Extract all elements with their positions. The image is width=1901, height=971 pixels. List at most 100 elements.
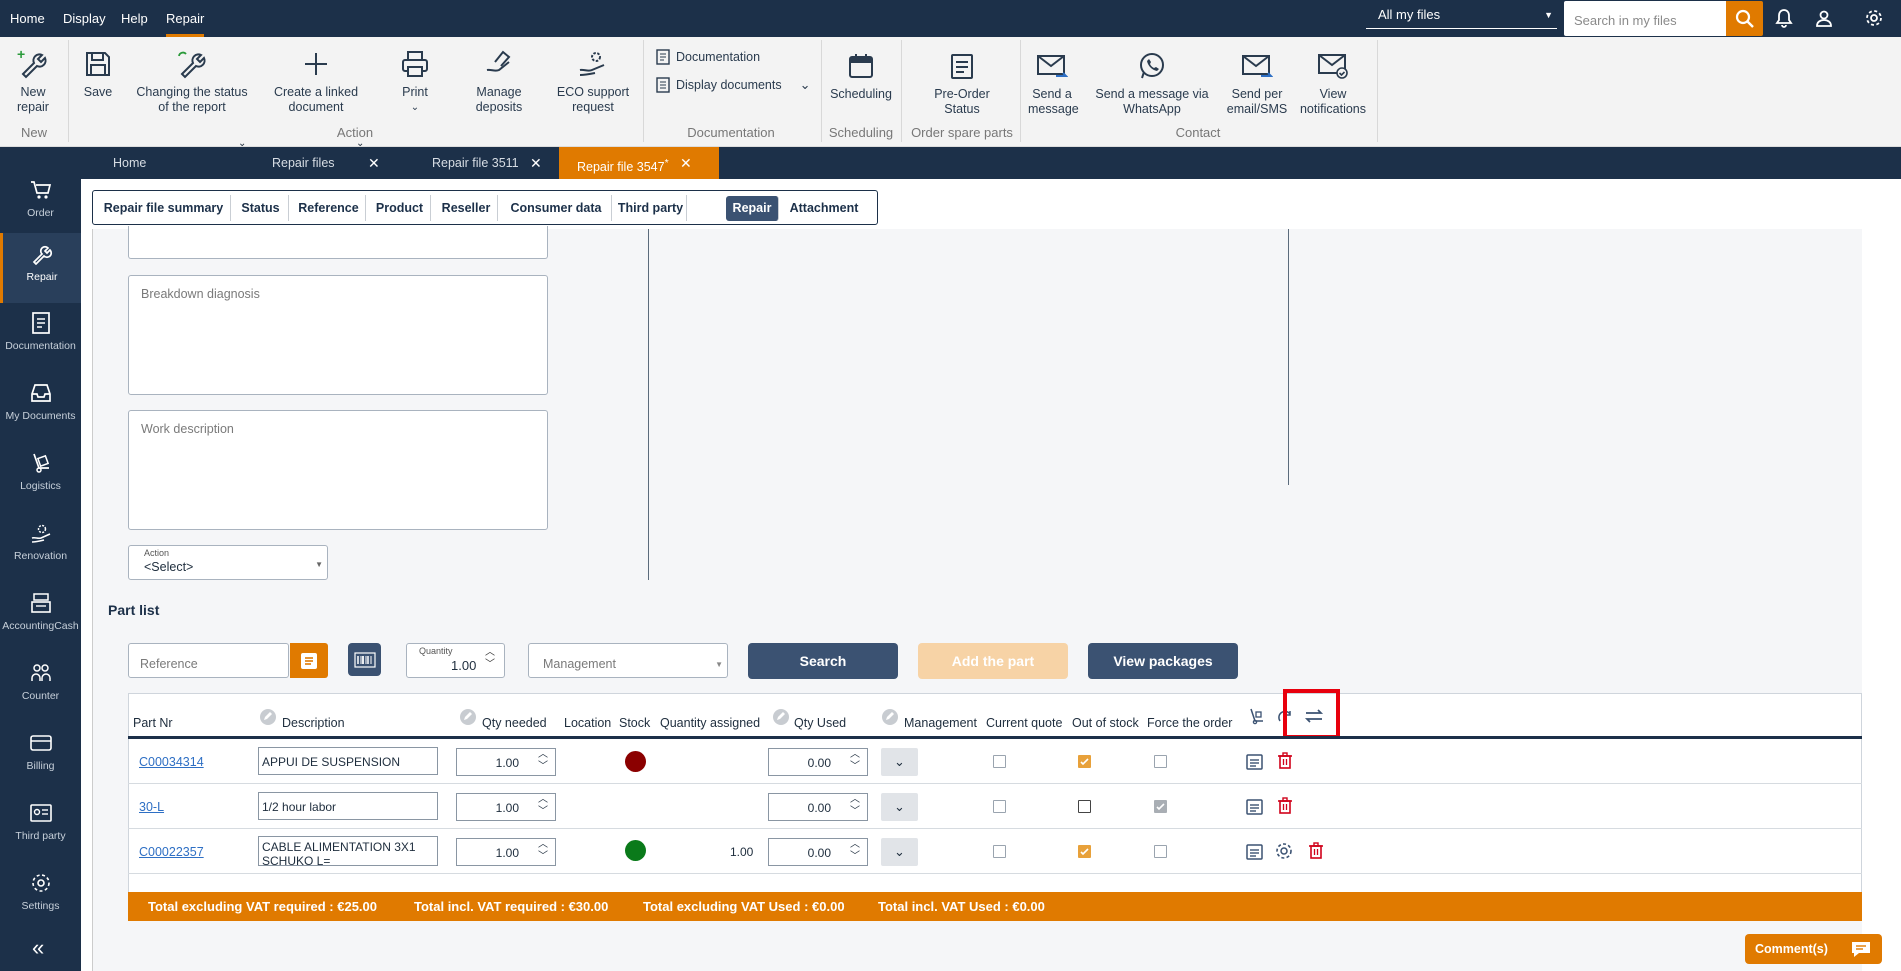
details-icon[interactable] bbox=[1246, 843, 1263, 860]
out-of-stock-checkbox[interactable] bbox=[1078, 755, 1091, 768]
column-header-stock[interactable]: Stock bbox=[619, 716, 650, 730]
part-number-link[interactable]: 30-L bbox=[139, 800, 164, 814]
add-part-button[interactable]: Add the part bbox=[918, 643, 1068, 679]
edit-column-icon[interactable] bbox=[459, 708, 477, 726]
bell-icon[interactable] bbox=[1772, 6, 1796, 30]
column-header-quantity-assigned[interactable]: Quantity assigned bbox=[660, 716, 760, 730]
search-button[interactable] bbox=[1726, 1, 1763, 36]
close-icon[interactable]: ✕ bbox=[368, 147, 380, 179]
send-message-button[interactable]: Send a message bbox=[1026, 49, 1079, 117]
sidebar-item-documentation[interactable]: Documentation bbox=[0, 302, 81, 372]
column-header-management[interactable]: Management bbox=[904, 716, 977, 730]
changing-status-button[interactable]: Changing the status of the report bbox=[128, 47, 256, 115]
new-repair-button[interactable]: + New repair bbox=[8, 47, 58, 115]
view-notifications-button[interactable]: View notifications bbox=[1296, 49, 1370, 117]
stepper-arrows-icon[interactable]: ︿ ﹀ bbox=[485, 647, 495, 671]
trash-icon[interactable] bbox=[1277, 752, 1293, 769]
pre-order-status-button[interactable]: Pre-Order Status bbox=[910, 49, 1014, 117]
display-documents-button[interactable]: Display documents ⌄ bbox=[656, 77, 811, 93]
sidebar-item-my-documents[interactable]: My Documents bbox=[0, 372, 81, 442]
description-input[interactable]: APPUI DE SUSPENSION bbox=[258, 747, 438, 775]
documentation-button[interactable]: Documentation bbox=[656, 49, 760, 65]
gear-icon[interactable] bbox=[1274, 841, 1294, 861]
stepper-arrows-icon[interactable]: ︿ ﹀ bbox=[850, 794, 860, 818]
sidebar-item-counter[interactable]: Counter bbox=[0, 652, 81, 722]
edit-column-icon[interactable] bbox=[881, 708, 899, 726]
trash-icon[interactable] bbox=[1277, 797, 1293, 814]
part-number-link[interactable]: C00034314 bbox=[139, 755, 204, 769]
action-select[interactable]: Action <Select> ▼ bbox=[128, 545, 328, 580]
edit-column-icon[interactable] bbox=[259, 708, 277, 726]
column-header-part-nr[interactable]: Part Nr bbox=[133, 716, 173, 730]
tab-repair-file-3547[interactable]: Repair file 3547* ✕ bbox=[559, 147, 719, 179]
subtab-third-party[interactable]: Third party bbox=[615, 195, 687, 221]
management-dropdown[interactable]: ⌄ bbox=[881, 838, 918, 866]
sidebar-item-accounting-cash[interactable]: AccountingCash bbox=[0, 582, 81, 652]
column-header-location[interactable]: Location bbox=[564, 716, 611, 730]
subtab-repair-file-summary[interactable]: Repair file summary bbox=[97, 195, 231, 221]
swap-arrows-icon[interactable] bbox=[1304, 707, 1324, 725]
menu-display[interactable]: Display bbox=[63, 0, 106, 37]
menu-help[interactable]: Help bbox=[121, 0, 148, 37]
sidebar-item-renovation[interactable]: Renovation bbox=[0, 512, 81, 582]
send-email-sms-button[interactable]: Send per email/SMS bbox=[1226, 49, 1288, 117]
tab-home[interactable]: Home bbox=[113, 147, 146, 179]
reference-input[interactable]: Reference bbox=[128, 643, 289, 678]
gear-icon[interactable] bbox=[1862, 6, 1886, 30]
subtab-product[interactable]: Product bbox=[369, 195, 431, 221]
current-quote-checkbox[interactable] bbox=[993, 845, 1006, 858]
sidebar-item-logistics[interactable]: Logistics bbox=[0, 442, 81, 512]
subtab-reseller[interactable]: Reseller bbox=[435, 195, 498, 221]
force-order-checkbox[interactable] bbox=[1154, 755, 1167, 768]
scheduling-button[interactable]: Scheduling bbox=[826, 49, 896, 102]
subtab-repair[interactable]: Repair bbox=[726, 196, 779, 221]
stepper-arrows-icon[interactable]: ︿ ﹀ bbox=[538, 749, 548, 773]
menu-repair[interactable]: Repair bbox=[166, 0, 205, 37]
file-filter-select[interactable]: All my files ▼ bbox=[1366, 3, 1557, 29]
work-description-input[interactable]: Work description bbox=[128, 410, 548, 530]
force-order-checkbox[interactable] bbox=[1154, 845, 1167, 858]
stepper-arrows-icon[interactable]: ︿ ﹀ bbox=[850, 839, 860, 863]
close-icon[interactable]: ✕ bbox=[530, 147, 542, 179]
subtab-consumer-data[interactable]: Consumer data bbox=[501, 195, 612, 221]
stepper-arrows-icon[interactable]: ︿ ﹀ bbox=[538, 794, 548, 818]
save-button[interactable]: Save bbox=[78, 47, 118, 100]
management-select[interactable]: Management ▼ bbox=[528, 643, 728, 678]
description-input[interactable]: 1/2 hour labor bbox=[258, 792, 438, 820]
description-input[interactable]: CABLE ALIMENTATION 3X1 SCHUKO L= bbox=[258, 836, 438, 866]
sidebar-item-billing[interactable]: Billing bbox=[0, 722, 81, 792]
barcode-button[interactable] bbox=[348, 643, 381, 676]
menu-home[interactable]: Home bbox=[10, 0, 45, 37]
column-header-description[interactable]: Description bbox=[282, 716, 345, 730]
trash-icon[interactable] bbox=[1308, 842, 1324, 859]
create-linked-document-button[interactable]: Create a linked document bbox=[258, 47, 374, 115]
close-icon[interactable]: ✕ bbox=[680, 147, 692, 180]
column-header-out-of-stock[interactable]: Out of stock bbox=[1072, 716, 1139, 730]
sidebar-item-order[interactable]: Order bbox=[0, 169, 81, 239]
tab-repair-files[interactable]: Repair files bbox=[272, 147, 335, 179]
subtab-reference[interactable]: Reference bbox=[292, 195, 366, 221]
stepper-arrows-icon[interactable]: ︿ ﹀ bbox=[850, 749, 860, 773]
sidebar-item-settings[interactable]: Settings bbox=[0, 862, 81, 932]
edit-column-icon[interactable] bbox=[772, 708, 790, 726]
collapse-sidebar-icon[interactable]: « bbox=[32, 937, 44, 959]
send-whatsapp-button[interactable]: Send a message via WhatsApp bbox=[1086, 49, 1218, 117]
stepper-arrows-icon[interactable]: ︿ ﹀ bbox=[538, 839, 548, 863]
user-icon[interactable] bbox=[1812, 6, 1836, 30]
subtab-status[interactable]: Status bbox=[233, 195, 289, 221]
current-quote-checkbox[interactable] bbox=[993, 800, 1006, 813]
details-icon[interactable] bbox=[1246, 753, 1263, 770]
text-area-partial[interactable] bbox=[128, 226, 548, 259]
force-order-checkbox[interactable] bbox=[1154, 800, 1167, 813]
comments-button[interactable]: Comment(s) bbox=[1745, 934, 1882, 964]
print-button[interactable]: Print ⌄ bbox=[390, 47, 440, 115]
column-header-qty-used[interactable]: Qty Used bbox=[794, 716, 846, 730]
column-header-force-order[interactable]: Force the order bbox=[1147, 716, 1232, 730]
out-of-stock-checkbox[interactable] bbox=[1078, 845, 1091, 858]
manage-deposits-button[interactable]: Manage deposits bbox=[464, 47, 534, 115]
current-quote-checkbox[interactable] bbox=[993, 755, 1006, 768]
sidebar-item-third-party[interactable]: Third party bbox=[0, 792, 81, 862]
dolly-icon[interactable] bbox=[1248, 707, 1266, 725]
search-button[interactable]: Search bbox=[748, 643, 898, 679]
quantity-stepper[interactable]: Quantity 1.00 ︿ ﹀ bbox=[406, 643, 505, 678]
